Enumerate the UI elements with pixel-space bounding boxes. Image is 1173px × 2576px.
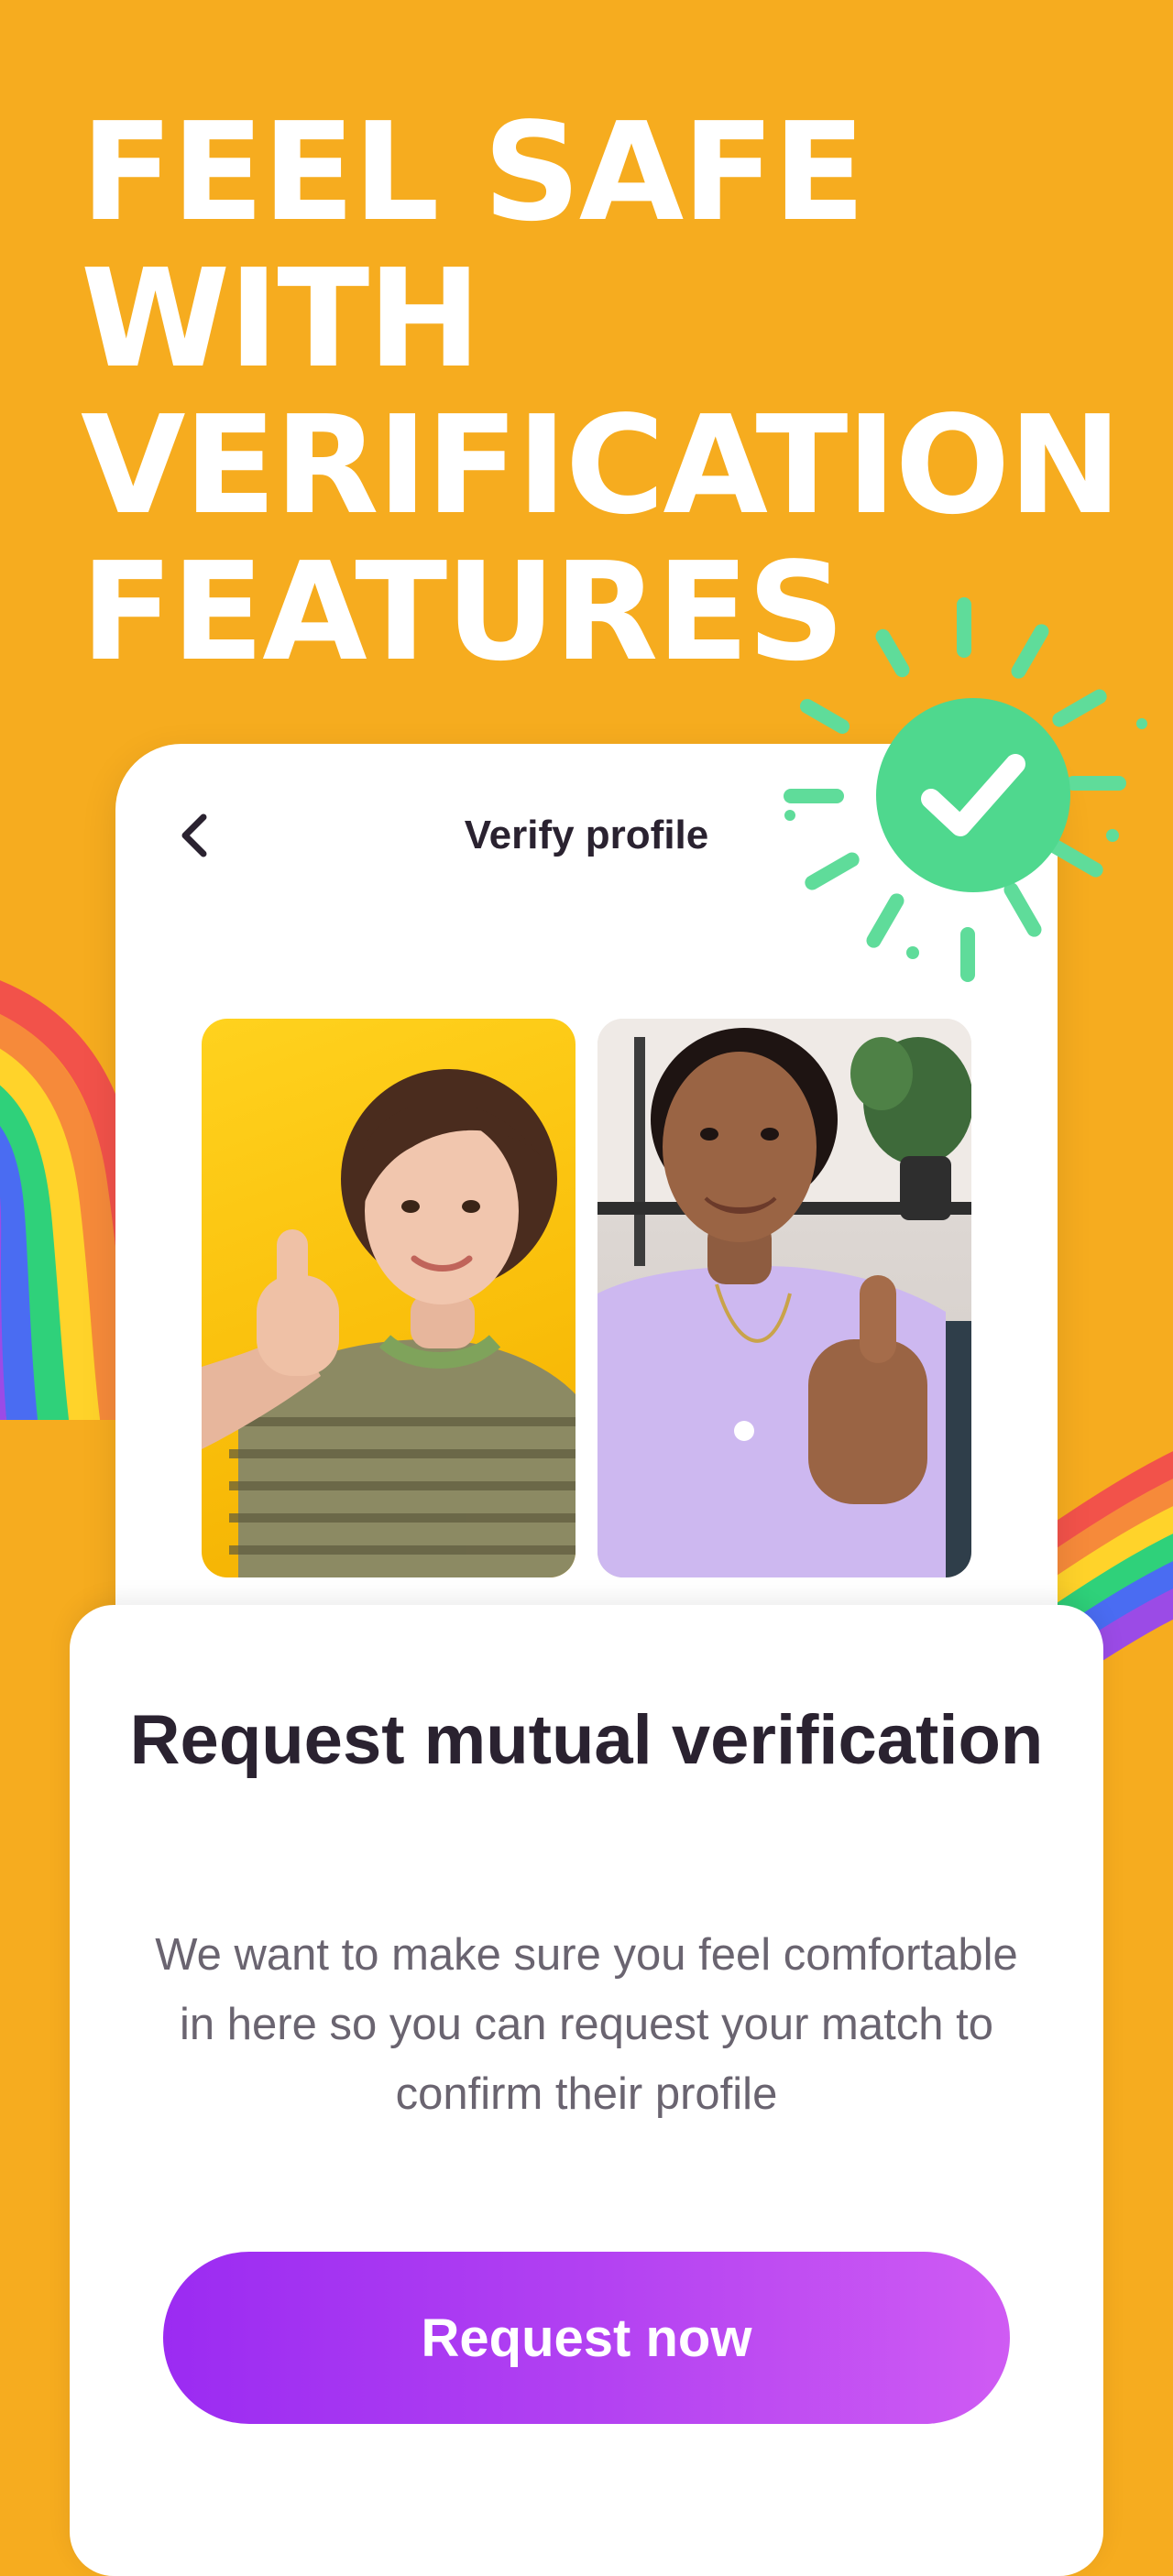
profile-photo-match [597,1019,971,1577]
person-illustration-1 [202,1069,576,1577]
profile-photo-user [202,1019,576,1577]
mutual-verification-sheet: Request mutual verification We want to m… [70,1605,1103,2576]
sheet-description: We want to make sure you feel comfortabl… [155,1930,1018,2119]
sheet-title: Request mutual verification [129,1701,1044,1779]
headline-line-3: VERIFICATION [81,387,1122,544]
request-now-button[interactable]: Request now [163,2252,1010,2424]
headline-line-2: WITH [81,240,481,398]
badge-circle [876,698,1070,892]
headline-line-1: FEEL SAFE [81,93,865,251]
verified-badge [784,597,1147,982]
person-illustration-2 [597,1019,971,1577]
